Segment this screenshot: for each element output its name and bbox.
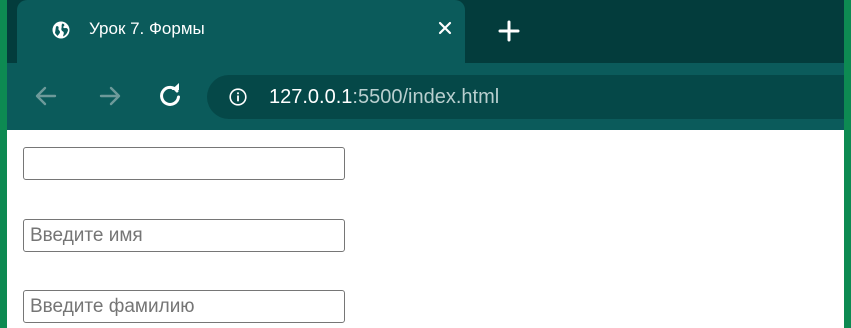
arrow-right-icon[interactable] <box>97 83 123 109</box>
info-icon[interactable] <box>229 88 247 106</box>
text-input-1[interactable] <box>23 147 345 180</box>
url-text[interactable]: 127.0.0.1:5500/index.html <box>269 86 499 109</box>
arrow-left-icon[interactable] <box>33 83 59 109</box>
plus-icon[interactable] <box>495 17 523 45</box>
reload-icon[interactable] <box>157 83 183 109</box>
tab-title: Урок 7. Формы <box>89 19 205 38</box>
browser-window: Урок 7. Формы 127.0.0.1:5500/index.html … <box>7 0 844 328</box>
tab-active[interactable]: Урок 7. Формы <box>17 0 465 63</box>
first-name-input[interactable] <box>23 219 345 252</box>
toolbar: 127.0.0.1:5500/index.html <box>7 63 844 130</box>
url-path: :5500/index.html <box>352 86 500 108</box>
address-bar[interactable]: 127.0.0.1:5500/index.html <box>207 75 844 119</box>
last-name-input[interactable] <box>23 290 345 323</box>
page-content <box>7 130 844 328</box>
tab-strip: Урок 7. Формы <box>7 0 844 63</box>
url-host: 127.0.0.1 <box>269 86 353 108</box>
globe-icon <box>52 21 70 39</box>
close-icon[interactable] <box>435 18 455 38</box>
